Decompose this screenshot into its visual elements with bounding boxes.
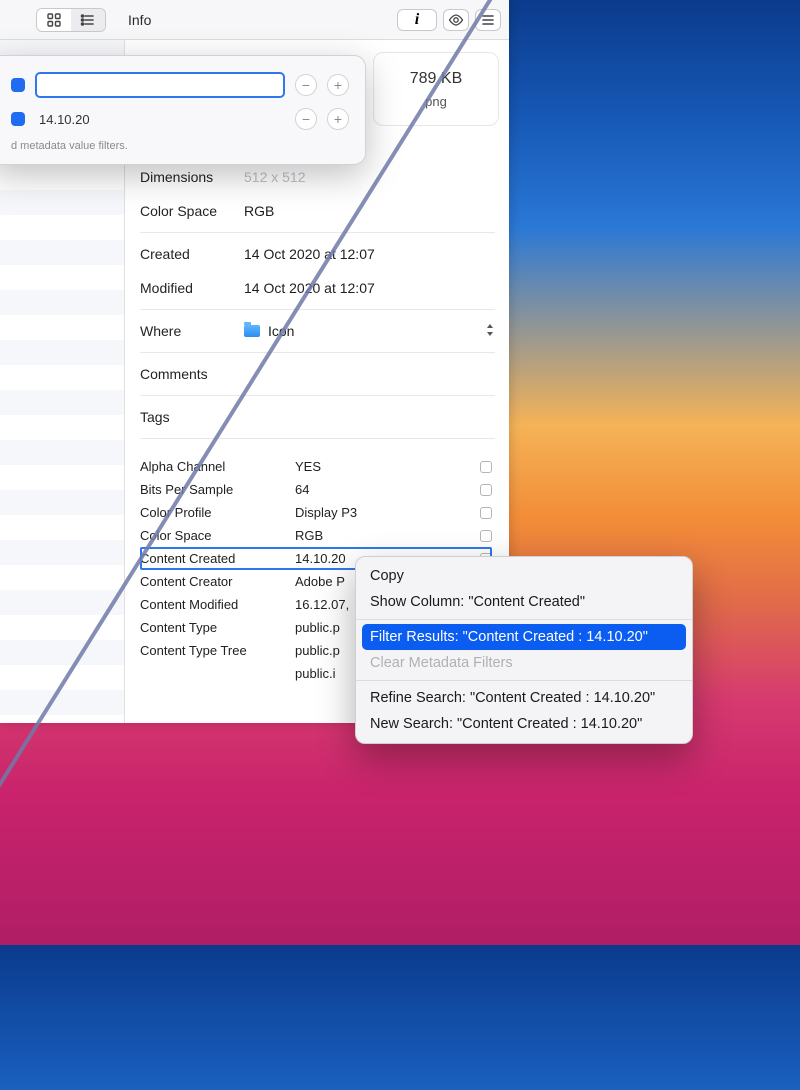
tags-label: Tags [140,409,244,425]
filter-value-text: 14.10.20 [35,112,285,127]
checkbox[interactable] [480,484,492,496]
filter-chip-icon [11,112,25,126]
checkbox[interactable] [480,507,492,519]
checkbox[interactable] [480,461,492,473]
plus-button[interactable]: + [327,74,349,96]
view-grid-button[interactable] [37,9,71,31]
panel-preview-button[interactable] [443,9,469,31]
menu-filter-results[interactable]: Filter Results: "Content Created : 14.10… [362,624,686,650]
created-value: 14 Oct 2020 at 12:07 [244,246,495,262]
menu-show-column[interactable]: Show Column: "Content Created" [356,589,692,615]
created-label: Created [140,246,244,262]
view-list-button[interactable] [71,9,105,31]
where-folder-name: Icon [268,323,294,339]
dimensions-label: Dimensions [140,169,244,185]
where-label: Where [140,323,244,339]
context-menu: Copy Show Column: "Content Created" Filt… [355,556,693,744]
colorspace-value: RGB [244,203,495,219]
comments-label: Comments [140,366,244,382]
plus-button[interactable]: + [327,108,349,130]
filter-chip-icon [11,78,25,92]
file-size-value: 789 KB [410,70,462,88]
minus-button[interactable]: − [295,108,317,130]
grid-icon [46,12,62,28]
minus-button[interactable]: − [295,74,317,96]
list-icon [80,12,96,28]
file-kind-value: png [425,94,447,109]
menu-refine-search[interactable]: Refine Search: "Content Created : 14.10.… [356,685,692,711]
panel-justify-button[interactable] [475,9,501,31]
filter-footer-hint: d metadata value filters. [11,140,349,152]
panel-title: Info [128,12,151,28]
justify-icon [480,12,496,28]
modified-value: 14 Oct 2020 at 12:07 [244,280,495,296]
toolbar: Info i [0,0,509,40]
view-segmented-control[interactable] [36,8,106,32]
panel-info-button[interactable]: i [397,9,437,31]
table-row[interactable]: Color ProfileDisplay P3 [140,501,492,524]
table-row[interactable]: Color SpaceRGB [140,524,492,547]
where-value[interactable]: Icon [244,323,495,340]
dimensions-value: 512 x 512 [244,169,495,185]
updown-icon[interactable] [485,323,495,340]
menu-copy[interactable]: Copy [356,563,692,589]
colorspace-label: Color Space [140,203,244,219]
eye-icon [448,12,464,28]
menu-new-search[interactable]: New Search: "Content Created : 14.10.20" [356,711,692,737]
file-size-box: 789 KB png [373,52,499,126]
table-row[interactable]: Alpha ChannelYES [140,455,492,478]
checkbox[interactable] [480,530,492,542]
filter-value-input[interactable] [35,72,285,98]
menu-divider [356,619,692,620]
info-list: Dimensions512 x 512 Color SpaceRGB Creat… [140,160,495,443]
table-row[interactable]: Bits Per Sample64 [140,478,492,501]
modified-label: Modified [140,280,244,296]
menu-clear-filters: Clear Metadata Filters [356,650,692,676]
folder-icon [244,325,260,337]
menu-divider [356,680,692,681]
filter-popover: − + 14.10.20 − + d metadata value filter… [0,55,366,165]
